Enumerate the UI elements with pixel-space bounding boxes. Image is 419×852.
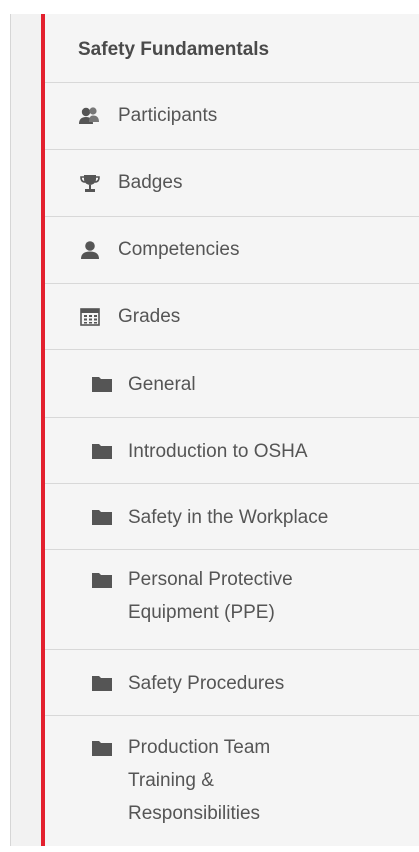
section-item-label: General — [128, 374, 196, 395]
user-icon — [80, 240, 100, 260]
folder-icon — [92, 443, 112, 463]
section-item-safety-in-the-workplace[interactable]: Safety in the Workplace — [45, 484, 419, 550]
folder-icon — [92, 509, 112, 529]
section-item-label: Production Team — [128, 737, 271, 758]
folder-icon — [92, 740, 112, 760]
nav-item-participants[interactable]: Participants — [45, 83, 419, 150]
section-item-safety-procedures[interactable]: Safety Procedures — [45, 650, 419, 716]
course-nav: Safety Fundamentals Participants Badges … — [41, 14, 419, 846]
folder-icon — [92, 376, 112, 396]
trophy-icon — [80, 173, 100, 193]
nav-item-competencies[interactable]: Competencies — [45, 217, 419, 284]
nav-item-label: Badges — [118, 172, 183, 193]
section-item-personal-protective-equipment[interactable]: Personal Protective Equipment (PPE) — [45, 550, 419, 650]
page: Safety Fundamentals Participants Badges … — [0, 0, 419, 852]
section-item-production-team-training[interactable]: Production Team Training & Responsibilit… — [45, 716, 419, 846]
course-title-item[interactable]: Safety Fundamentals — [45, 14, 419, 83]
section-item-label-line2: Training & — [128, 770, 214, 791]
folder-icon — [92, 675, 112, 695]
section-item-label: Safety Procedures — [128, 673, 285, 694]
gradebook-icon — [80, 307, 100, 327]
folder-icon — [92, 572, 112, 592]
course-title: Safety Fundamentals — [78, 39, 270, 60]
course-nav-panel: Safety Fundamentals Participants Badges … — [10, 14, 419, 846]
section-item-label: Safety in the Workplace — [128, 507, 329, 528]
nav-item-badges[interactable]: Badges — [45, 150, 419, 217]
nav-item-label: Competencies — [118, 239, 240, 260]
section-item-introduction-to-osha[interactable]: Introduction to OSHA — [45, 418, 419, 484]
section-item-label-line2: Equipment (PPE) — [128, 602, 275, 623]
section-item-label: Personal Protective — [128, 569, 293, 590]
nav-item-grades[interactable]: Grades — [45, 284, 419, 350]
participants-icon — [78, 106, 99, 126]
section-item-label-line3: Responsibilities — [128, 803, 261, 824]
nav-item-label: Grades — [118, 306, 181, 327]
section-item-label: Introduction to OSHA — [128, 441, 308, 462]
nav-item-label: Participants — [118, 105, 218, 126]
section-item-general[interactable]: General — [45, 350, 419, 418]
